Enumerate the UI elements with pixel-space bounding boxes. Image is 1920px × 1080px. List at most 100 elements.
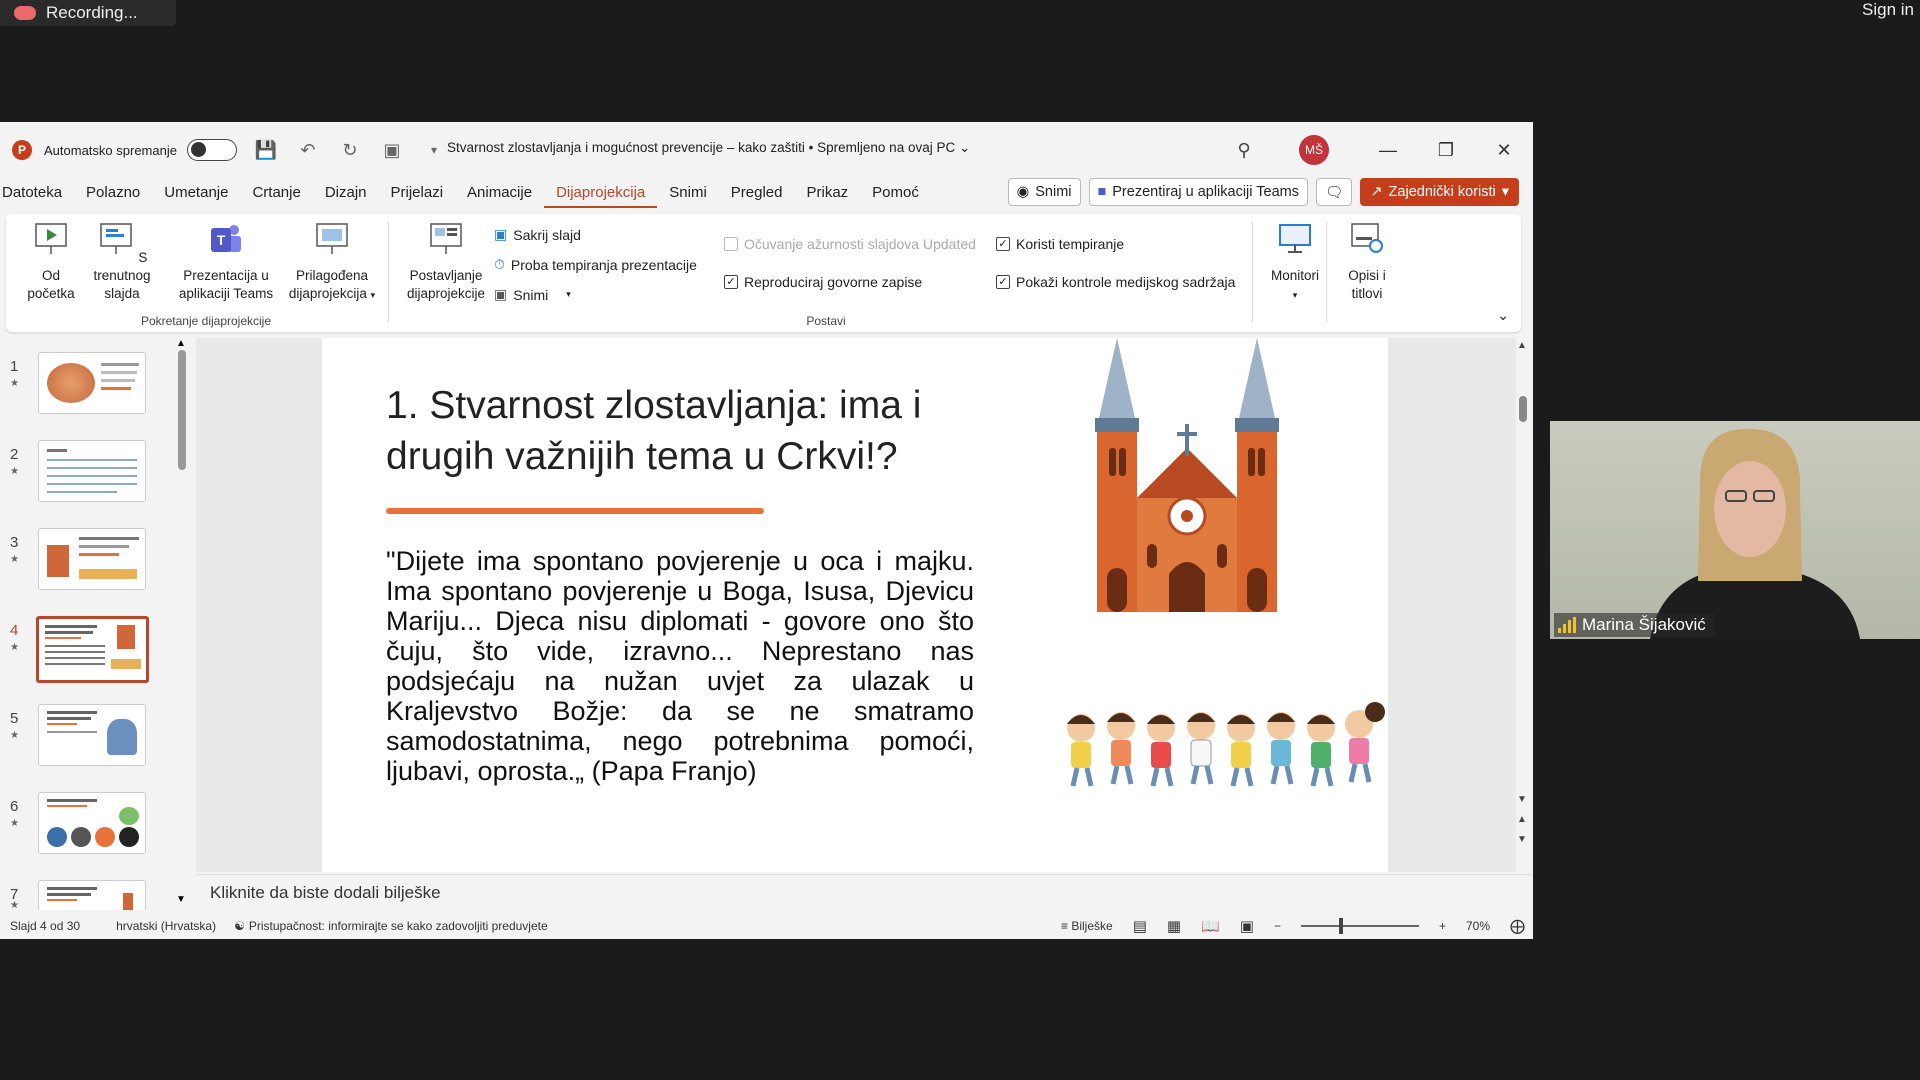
tab-pomoc[interactable]: Pomoć (860, 178, 931, 208)
tab-animacije[interactable]: Animacije (455, 178, 544, 208)
record-icon (14, 6, 36, 20)
scroll-up-icon[interactable]: ▲ (176, 338, 186, 349)
present-icon[interactable]: ▣ (379, 140, 405, 161)
setup-slideshow-icon (430, 223, 462, 254)
thumbnail-slide-5[interactable]: 5 ★ (0, 704, 196, 774)
from-current-button[interactable]: S trenutnog slajda (82, 220, 162, 303)
thumbnail-slide-1[interactable]: 1 ★ (0, 352, 196, 422)
checkmark-icon: ✓ (996, 237, 1010, 251)
scroll-down-icon[interactable]: ▼ (1517, 794, 1527, 805)
transition-star-icon: ★ (10, 900, 19, 910)
close-icon[interactable]: ✕ (1475, 140, 1533, 161)
record-slideshow-icon: ▣ (494, 286, 508, 302)
children-illustration (1067, 702, 1385, 787)
play-narrations-checkbox[interactable]: ✓ Reproduciraj govorne zapise (724, 274, 922, 290)
slide-counter[interactable]: Slajd 4 od 30 (10, 919, 80, 933)
ribbon-tabs: Datoteka Polazno Umetanje Crtanje Dizajn… (0, 178, 1533, 208)
present-in-teams-button[interactable]: ■ Prezentiraj u aplikaciji Teams (1088, 178, 1308, 206)
tab-dizajn[interactable]: Dizajn (313, 178, 379, 208)
zoom-out-icon[interactable]: − (1274, 919, 1281, 933)
collapse-ribbon-icon[interactable]: ⌄ (1497, 307, 1509, 324)
slide-scrollbar[interactable]: ▲ ▼ ▲ ▼ (1514, 338, 1533, 872)
tab-crtanje[interactable]: Crtanje (240, 178, 312, 208)
checkmark-icon: ✓ (724, 275, 738, 289)
zoom-in-icon[interactable]: + (1439, 919, 1446, 933)
notes-toggle-button[interactable]: ≡ Bilješke (1061, 919, 1113, 933)
custom-slideshow-button[interactable]: Prilagođena dijaprojekcija ▾ (280, 220, 384, 304)
thumbnail-slide-4[interactable]: 4 ★ (0, 616, 196, 686)
tab-pregled[interactable]: Pregled (719, 178, 795, 208)
slide-title[interactable]: 1. Stvarnost zlostavljanja: ima i drugih… (386, 380, 986, 482)
customize-qat-icon[interactable]: ▾ (421, 143, 447, 157)
normal-view-icon[interactable]: ▤ (1133, 917, 1147, 935)
restore-icon[interactable]: ❐ (1417, 140, 1475, 161)
checkmark-icon: ✓ (996, 275, 1010, 289)
recording-indicator[interactable]: Recording... (0, 0, 176, 26)
thumbnail-slide-6[interactable]: 6 ★ (0, 792, 196, 862)
rehearse-timings-button[interactable]: ⏱ Proba tempiranja prezentacije (494, 256, 697, 273)
tab-prijelazi[interactable]: Prijelazi (379, 178, 456, 208)
thumbnail-number: 6 (10, 798, 19, 815)
zoom-level[interactable]: 70% (1466, 919, 1490, 933)
avatar[interactable]: MŠ (1299, 135, 1329, 165)
slide-thumbnails-pane: ▲ ▼ 1 ★ 2 ★ 3 ★ 4 ★ 5 ★ 6 ★ 7 ★ (0, 338, 196, 910)
record-dropdown-button[interactable]: ▣ Snimi ▾ (494, 286, 571, 303)
undo-icon[interactable]: ↶ (295, 140, 321, 161)
next-slide-icon[interactable]: ▼ (1517, 834, 1527, 845)
comments-button[interactable]: 🗨 (1315, 178, 1353, 206)
scrollbar-thumb[interactable] (1519, 396, 1527, 422)
language-indicator[interactable]: hrvatski (Hrvatska) (116, 919, 216, 933)
tab-datoteka[interactable]: Datoteka (0, 178, 74, 208)
slide-quote-text[interactable]: "Dijete ima spontano povjerenje u oca i … (386, 546, 974, 786)
thumbnail-preview (38, 704, 146, 766)
current-slide[interactable]: 1. Stvarnost zlostavljanja: ima i drugih… (322, 338, 1388, 872)
minimize-icon[interactable]: — (1359, 140, 1417, 161)
transition-star-icon: ★ (10, 730, 19, 741)
title-underline (386, 508, 764, 514)
slide-sorter-icon[interactable]: ▦ (1167, 917, 1181, 935)
tab-dijaprojekcija[interactable]: Dijaprojekcija (544, 178, 658, 208)
keep-updated-label: Očuvanje ažurnosti slajdova Updated (744, 236, 976, 252)
record-button[interactable]: ◉ Snimi (1007, 178, 1081, 206)
save-icon[interactable]: 💾 (253, 140, 279, 161)
ribbon-panel: Od početka S trenutnog slajda T Prezenta… (6, 214, 1521, 332)
keep-updated-checkbox[interactable]: Očuvanje ažurnosti slajdova Updated (724, 236, 976, 252)
tab-polazno[interactable]: Polazno (74, 178, 152, 208)
document-title[interactable]: Stvarnost zlostavljanja i mogućnost prev… (447, 140, 970, 156)
church-illustration (1095, 338, 1279, 612)
tab-prikaz[interactable]: Prikaz (794, 178, 860, 208)
autosave-toggle[interactable] (186, 139, 237, 161)
zoom-slider[interactable] (1300, 917, 1419, 934)
show-media-controls-checkbox[interactable]: ✓ Pokaži kontrole medijskog sadržaja (996, 274, 1235, 290)
reading-view-icon[interactable]: 📖 (1201, 917, 1220, 935)
accessibility-status[interactable]: Pristupačnost: informirajte se kako zado… (249, 919, 548, 933)
slideshow-view-icon[interactable]: ▣ (1240, 917, 1254, 935)
fit-to-window-icon[interactable]: ⨁ (1510, 917, 1525, 935)
search-icon[interactable]: ⚲ (1229, 140, 1259, 161)
from-start-button[interactable]: Od početka (20, 220, 82, 303)
tab-umetanje[interactable]: Umetanje (152, 178, 240, 208)
setup-slideshow-button[interactable]: Postavljanje dijaprojekcije (400, 220, 492, 303)
hide-slide-button[interactable]: ▣ Sakrij slajd (494, 226, 581, 243)
record-dot-icon: ◉ (1016, 184, 1030, 200)
thumbnail-slide-3[interactable]: 3 ★ (0, 528, 196, 598)
play-narrations-label: Reproduciraj govorne zapise (744, 274, 923, 290)
thumbnail-slide-7[interactable]: 7 ★ (0, 880, 196, 910)
use-timings-checkbox[interactable]: ✓ Koristi tempiranje (996, 236, 1124, 252)
captions-button[interactable]: Opisi i titlovi (1334, 220, 1400, 303)
scroll-up-icon[interactable]: ▲ (1517, 340, 1527, 351)
thumbnail-number: 2 (10, 446, 19, 463)
sign-in-link[interactable]: Sign in (1862, 0, 1914, 20)
present-in-teams-ribbon-button[interactable]: T Prezentacija u aplikaciji Teams (176, 220, 276, 303)
custom-slideshow-label: Prilagođena dijaprojekcija (288, 268, 369, 301)
notes-pane[interactable]: Kliknite da biste dodali bilješke (196, 874, 1533, 910)
redo-icon[interactable]: ↻ (337, 140, 363, 161)
from-start-label: Od početka (27, 268, 75, 301)
thumbnail-slide-2[interactable]: 2 ★ (0, 440, 196, 510)
thumbnail-number: 4 (10, 622, 19, 639)
monitors-button[interactable]: Monitori ▾ (1260, 220, 1330, 304)
previous-slide-icon[interactable]: ▲ (1517, 814, 1527, 825)
share-button[interactable]: ↗ Zajednički koristi ▾ (1360, 178, 1519, 206)
tab-snimi[interactable]: Snimi (657, 178, 719, 208)
transition-star-icon: ★ (10, 378, 19, 389)
